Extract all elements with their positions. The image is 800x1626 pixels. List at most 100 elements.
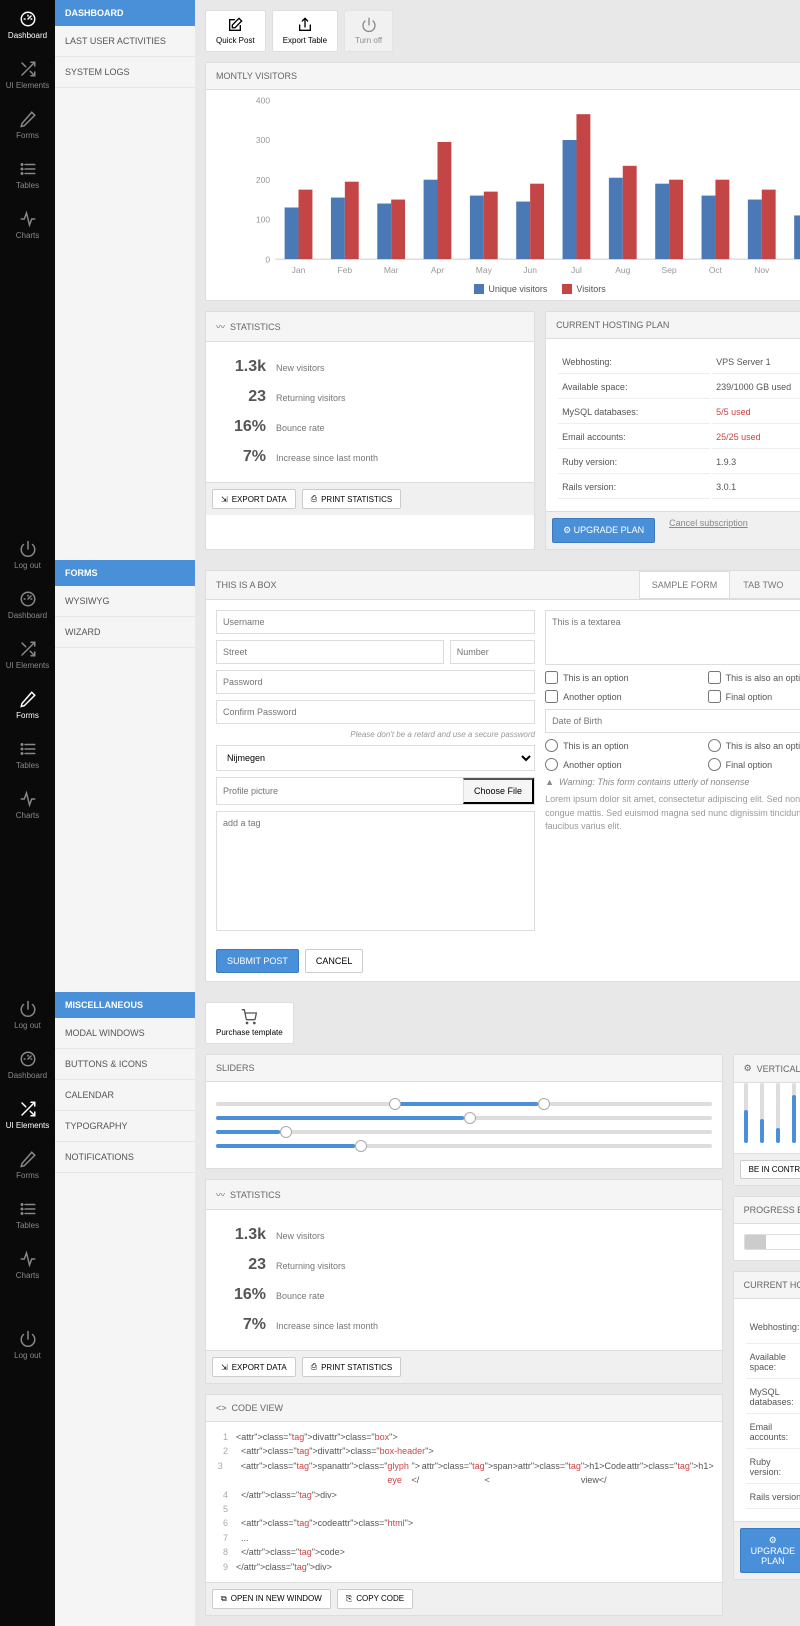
- nav-forms[interactable]: Forms: [0, 100, 55, 150]
- vertical-sliders-box: ⚙VERTICAL SLIDERS BE IN CONTROL: [733, 1054, 800, 1186]
- password-input[interactable]: [216, 670, 535, 694]
- nav-ui-elements[interactable]: UI Elements: [0, 630, 55, 680]
- hosting-row: Rails version:3.0.1: [558, 476, 800, 499]
- export-table-button[interactable]: Export Table: [272, 10, 338, 52]
- vertical-slider[interactable]: [760, 1083, 764, 1143]
- subnav-item[interactable]: SYSTEM LOGS: [55, 57, 195, 88]
- nav-tables[interactable]: Tables: [0, 1190, 55, 1240]
- nav-charts[interactable]: Charts: [0, 200, 55, 250]
- tab-active-tab[interactable]: ACTIVE TAB: [796, 571, 800, 598]
- nav-forms[interactable]: Forms: [0, 680, 55, 730]
- subnav-item[interactable]: CALENDAR: [55, 1080, 195, 1111]
- tab-tab-two[interactable]: TAB TWO: [730, 571, 796, 598]
- radio-option[interactable]: Final option: [708, 758, 800, 771]
- stat-row: 7%Increase since last month: [216, 442, 524, 472]
- lorem-text: Lorem ipsum dolor sit amet, consectetur …: [545, 793, 800, 834]
- logout-button[interactable]: Log out: [0, 1320, 55, 1370]
- chart-title: MONTLY VISITORS: [216, 71, 297, 81]
- subnav-item[interactable]: WYSIWYG: [55, 586, 195, 617]
- number-input[interactable]: [450, 640, 535, 664]
- subnav-item[interactable]: WIZARD: [55, 617, 195, 648]
- textarea-input[interactable]: [545, 610, 800, 665]
- stat-row: 23Returning visitors: [216, 1250, 712, 1280]
- hosting-row: Email accounts:25/25 used: [558, 426, 800, 449]
- svg-text:Aug: Aug: [615, 265, 630, 275]
- street-input[interactable]: [216, 640, 444, 664]
- tab-sample-form[interactable]: SAMPLE FORM: [639, 571, 731, 598]
- vertical-slider[interactable]: [776, 1083, 780, 1143]
- radio-option[interactable]: This is an option: [545, 739, 702, 752]
- slider[interactable]: [216, 1102, 712, 1106]
- checkbox-option[interactable]: This is also an option: [708, 671, 800, 684]
- upgrade-plan-button[interactable]: ⚙ UPGRADE PLAN: [552, 518, 655, 543]
- choose-file-button[interactable]: Choose File: [463, 778, 534, 804]
- confirm-password-input[interactable]: [216, 700, 535, 724]
- svg-text:May: May: [476, 265, 493, 275]
- slider[interactable]: [216, 1130, 712, 1134]
- vertical-slider[interactable]: [792, 1083, 796, 1143]
- checkbox-option[interactable]: Final option: [708, 690, 800, 703]
- stats-box: 〰STATISTICS 1.3kNew visitors23Returning …: [205, 311, 535, 550]
- subnav-item[interactable]: BUTTONS & ICONS: [55, 1049, 195, 1080]
- hosting-row: Ruby version:1.9.3: [558, 451, 800, 474]
- slider[interactable]: [216, 1144, 712, 1148]
- purchase-template-button[interactable]: Purchase template: [205, 1002, 294, 1044]
- nav-dashboard[interactable]: Dashboard: [0, 1040, 55, 1090]
- code-icon: <>: [216, 1403, 227, 1413]
- stat-row: 16%Bounce rate: [216, 1280, 712, 1310]
- password-help: Please don't be a retard and use a secur…: [216, 730, 535, 739]
- svg-text:Apr: Apr: [431, 265, 444, 275]
- subnav-item[interactable]: NOTIFICATIONS: [55, 1142, 195, 1173]
- slider[interactable]: [216, 1116, 712, 1120]
- open-new-window-button[interactable]: ⧉ OPEN IN NEW WINDOW: [212, 1589, 331, 1609]
- subnav-dashboard: DASHBOARD LAST USER ACTIVITIESSYSTEM LOG…: [55, 0, 195, 560]
- username-input[interactable]: [216, 610, 535, 634]
- copy-code-button[interactable]: ⎘ COPY CODE: [337, 1589, 413, 1609]
- nav-dashboard[interactable]: Dashboard: [0, 0, 55, 50]
- nav-charts[interactable]: Charts: [0, 1240, 55, 1290]
- city-select[interactable]: Nijmegen: [216, 745, 535, 771]
- radio-option[interactable]: Another option: [545, 758, 702, 771]
- gear-icon: ⚙: [744, 1063, 752, 1074]
- cancel-subscription-link[interactable]: Cancel subscription: [669, 518, 748, 543]
- hosting-row: Email accounts:25/25 used: [746, 1416, 800, 1449]
- submit-post-button[interactable]: SUBMIT POST: [216, 949, 299, 973]
- tag-textarea[interactable]: [216, 811, 535, 931]
- profile-picture-input[interactable]: [217, 778, 463, 804]
- quick-post-button[interactable]: Quick Post: [205, 10, 266, 52]
- logout-button[interactable]: Log out: [0, 530, 55, 580]
- checkbox-option[interactable]: This is an option: [545, 671, 702, 684]
- subnav-item[interactable]: MODAL WINDOWS: [55, 1018, 195, 1049]
- nav-ui-elements[interactable]: UI Elements: [0, 1090, 55, 1140]
- checkbox-option[interactable]: Another option: [545, 690, 702, 703]
- svg-text:Oct: Oct: [709, 265, 723, 275]
- hosting-row: Webhosting:VPS Server 1: [558, 351, 800, 374]
- nav-forms[interactable]: Forms: [0, 1140, 55, 1190]
- code-line: 5: [214, 1502, 714, 1516]
- upgrade-plan-button[interactable]: ⚙ UPGRADE PLAN: [740, 1528, 800, 1573]
- radio-option[interactable]: This is also an option: [708, 739, 800, 752]
- nav-tables[interactable]: Tables: [0, 150, 55, 200]
- hosting-row: Available space:239/1000 GB used: [746, 1346, 800, 1379]
- svg-text:Jan: Jan: [292, 265, 306, 275]
- nav-tables[interactable]: Tables: [0, 730, 55, 780]
- subnav-item[interactable]: LAST USER ACTIVITIES: [55, 26, 195, 57]
- svg-text:Sep: Sep: [662, 265, 677, 275]
- be-in-control-button[interactable]: BE IN CONTROL: [740, 1160, 800, 1179]
- nav-dashboard[interactable]: Dashboard: [0, 580, 55, 630]
- print-statistics-button[interactable]: ⎙ PRINT STATISTICS: [302, 1357, 402, 1377]
- cancel-button[interactable]: CANCEL: [305, 949, 364, 973]
- print-statistics-button[interactable]: ⎙ PRINT STATISTICS: [302, 489, 402, 509]
- code-line: 6 <attr">class="tag">code attr">class="h…: [214, 1516, 714, 1530]
- export-data-button[interactable]: ⇲ EXPORT DATA: [212, 1357, 296, 1377]
- logout-button[interactable]: Log out: [0, 990, 55, 1040]
- dob-input[interactable]: [546, 710, 800, 732]
- progress-box: PROGRESS BAR: [733, 1196, 800, 1261]
- export-data-button[interactable]: ⇲ EXPORT DATA: [212, 489, 296, 509]
- subnav-item[interactable]: TYPOGRAPHY: [55, 1111, 195, 1142]
- vertical-slider[interactable]: [744, 1083, 748, 1143]
- nav-charts[interactable]: Charts: [0, 780, 55, 830]
- nav-rail: DashboardUI ElementsFormsTablesChartsLog…: [0, 0, 55, 1626]
- nav-ui-elements[interactable]: UI Elements: [0, 50, 55, 100]
- stat-row: 1.3kNew visitors: [216, 352, 524, 382]
